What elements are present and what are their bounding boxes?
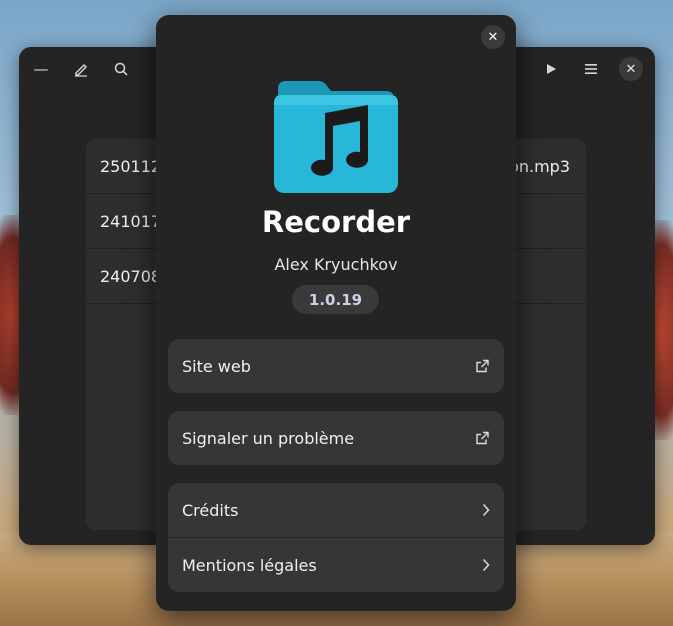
window-close-icon[interactable]: ✕ [619,57,643,81]
website-card: Site web [168,339,504,393]
chevron-right-icon [482,558,490,572]
dialog-close-icon[interactable]: ✕ [481,25,505,49]
version-badge[interactable]: 1.0.19 [292,285,379,314]
credits-label: Crédits [182,500,239,520]
website-label: Site web [182,356,251,376]
search-icon[interactable] [107,55,135,83]
credits-row[interactable]: Crédits [168,483,504,537]
legal-label: Mentions légales [182,555,317,575]
recording-name: 250112 [100,156,162,176]
website-link[interactable]: Site web [168,339,504,393]
menu-icon[interactable] [577,55,605,83]
external-link-icon [475,359,490,374]
minimize-icon[interactable]: — [27,55,55,83]
about-dialog: ✕ Recorder Alex Kryuchkov 1.0.19 Site we… [156,15,516,611]
external-link-icon [475,431,490,446]
navigation-card: Crédits Mentions légales [168,483,504,592]
play-icon[interactable] [537,55,565,83]
report-issue-link[interactable]: Signaler un problème [168,411,504,465]
recording-name: 240708 [100,266,162,286]
chevron-right-icon [482,503,490,517]
recording-suffix: on.mp3 [509,156,570,176]
developer-name: Alex Kryuchkov [274,255,398,274]
legal-row[interactable]: Mentions légales [168,537,504,592]
report-issue-card: Signaler un problème [168,411,504,465]
edit-icon[interactable] [67,55,95,83]
app-name: Recorder [261,205,411,239]
recording-name: 241017 [100,211,162,231]
report-issue-label: Signaler un problème [182,428,355,448]
app-folder-music-icon [274,81,398,193]
